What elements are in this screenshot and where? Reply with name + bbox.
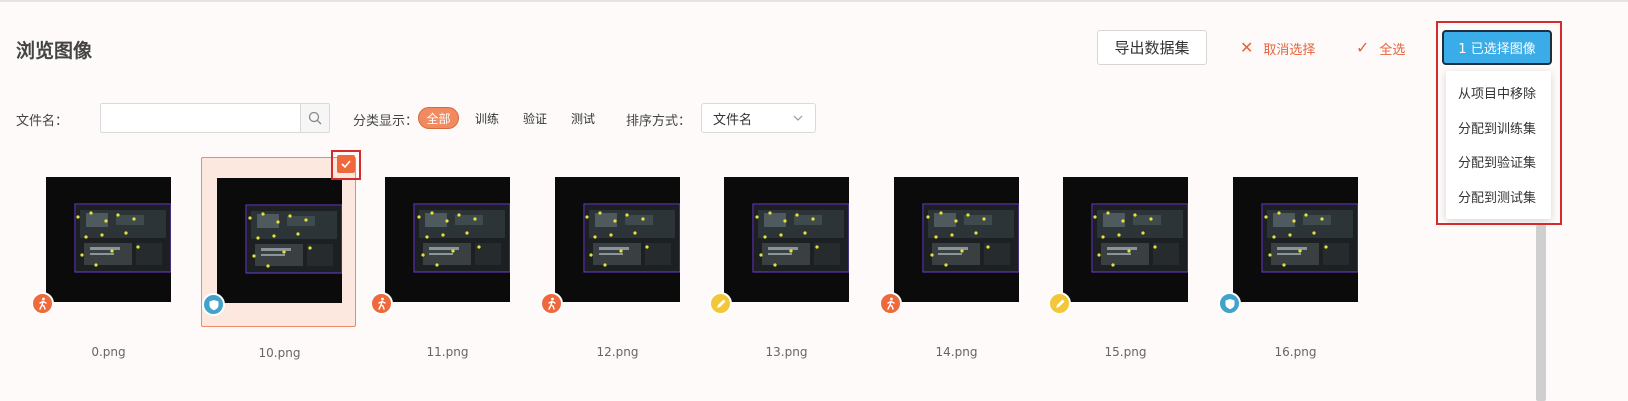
checkbox-highlight-box (331, 150, 361, 180)
split-badge (540, 292, 563, 315)
sort-select[interactable]: 文件名 (701, 103, 816, 133)
pencil-icon (715, 298, 727, 310)
image-card[interactable]: 15.png (1048, 157, 1203, 359)
pencil-icon (1054, 298, 1066, 310)
image-filename: 11.png (426, 345, 469, 359)
select-all-button[interactable]: ✓ 全选 (1356, 38, 1405, 58)
runner-icon (36, 297, 49, 310)
check-icon: ✓ (1356, 38, 1370, 57)
sort-value: 文件名 (713, 112, 753, 128)
image-filename: 0.png (91, 345, 126, 359)
sort-label: 排序方式： (626, 114, 692, 129)
image-card[interactable]: 16.png (1218, 157, 1373, 359)
image-card[interactable]: 13.png (709, 157, 864, 359)
category-tab-validation[interactable]: 验证 (523, 110, 547, 127)
image-filename: 12.png (596, 345, 639, 359)
image-card[interactable]: 11.png (370, 157, 525, 359)
image-thumbnail[interactable] (555, 177, 680, 302)
image-filename: 10.png (258, 346, 301, 360)
page-title: 浏览图像 (16, 40, 93, 62)
image-filename: 15.png (1104, 345, 1147, 359)
split-badge (1218, 292, 1241, 315)
category-label: 分类显示： (353, 114, 419, 129)
dropdown-highlight-box (1436, 21, 1562, 225)
image-card[interactable]: 0.png (31, 157, 186, 359)
runner-icon (884, 297, 897, 310)
image-card[interactable]: 12.png (540, 157, 695, 359)
split-badge (709, 292, 732, 315)
category-tab-train[interactable]: 训练 (475, 110, 499, 127)
image-filename: 14.png (935, 345, 978, 359)
image-thumbnail[interactable] (46, 177, 171, 302)
runner-icon (545, 297, 558, 310)
shield-icon (208, 299, 220, 311)
top-divider (0, 0, 1628, 2)
scrollbar[interactable] (1536, 225, 1546, 401)
image-thumbnail[interactable] (385, 177, 510, 302)
cancel-selection-label: 取消选择 (1263, 42, 1316, 58)
image-thumbnail[interactable] (724, 177, 849, 302)
image-thumbnail[interactable] (894, 177, 1019, 302)
category-tab-all[interactable]: 全部 (418, 107, 459, 129)
filename-label: 文件名： (16, 114, 69, 129)
select-all-label: 全选 (1379, 42, 1406, 58)
cancel-selection-button[interactable]: ✕ 取消选择 (1240, 38, 1315, 58)
split-badge (202, 293, 225, 316)
image-thumbnail[interactable] (1063, 177, 1188, 302)
image-card[interactable]: 14.png (879, 157, 1034, 359)
image-card[interactable]: 10.png (201, 157, 356, 360)
search-icon (308, 111, 322, 125)
shield-icon (1224, 298, 1236, 310)
image-thumbnail[interactable] (1233, 177, 1358, 302)
split-badge (1048, 292, 1071, 315)
image-filename: 13.png (765, 345, 808, 359)
split-badge (31, 292, 54, 315)
export-dataset-button[interactable]: 导出数据集 (1097, 30, 1207, 65)
filename-search-input[interactable] (100, 103, 300, 133)
runner-icon (375, 297, 388, 310)
search-button[interactable] (300, 103, 330, 133)
category-tab-test[interactable]: 测试 (571, 110, 595, 127)
close-icon: ✕ (1240, 38, 1254, 57)
split-badge (879, 292, 902, 315)
image-thumbnail[interactable] (217, 178, 342, 303)
split-badge (370, 292, 393, 315)
chevron-down-icon (793, 115, 803, 121)
image-filename: 16.png (1274, 345, 1317, 359)
